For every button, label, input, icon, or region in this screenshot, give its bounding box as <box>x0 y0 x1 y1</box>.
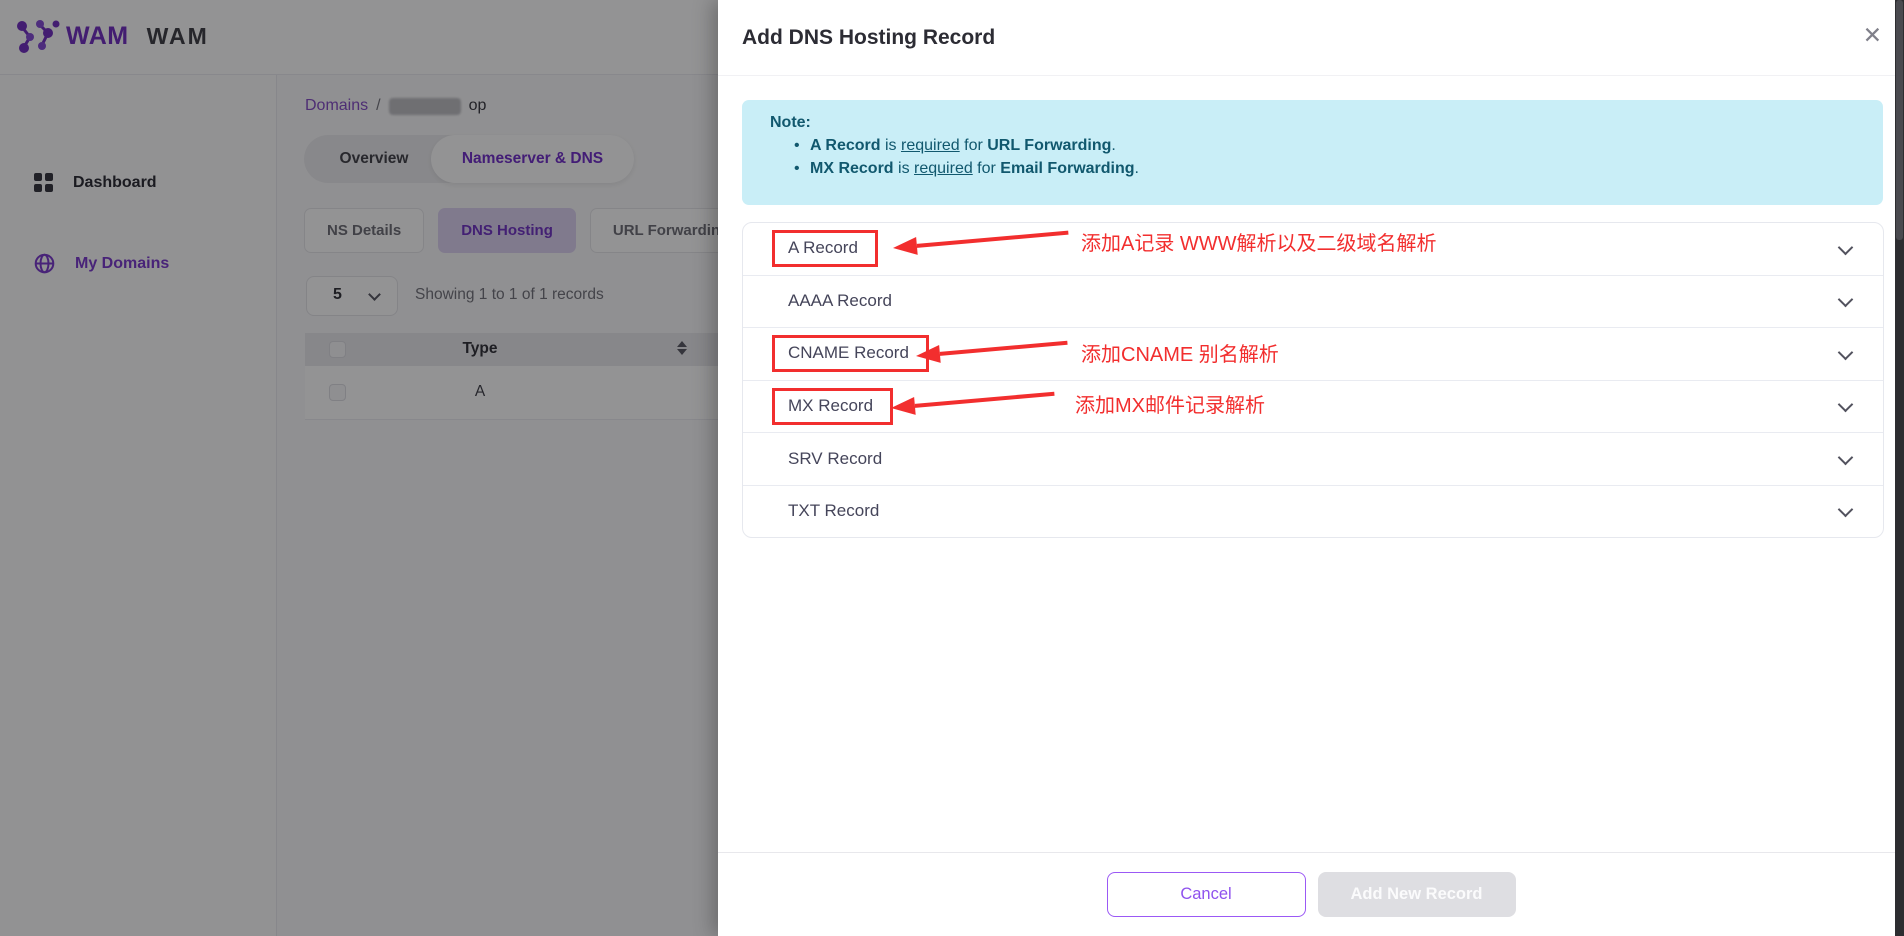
chevron-down-icon <box>1838 449 1854 465</box>
modal-title: Add DNS Hosting Record <box>742 0 995 76</box>
chevron-down-icon <box>1838 292 1854 308</box>
annotation-arrow <box>915 334 1068 365</box>
cancel-button[interactable]: Cancel <box>1107 872 1306 917</box>
accordion-item-a-record[interactable]: A Record 添加A记录 WWW解析以及二级域名解析 <box>743 223 1883 275</box>
accordion-item-srv-record[interactable]: SRV Record <box>743 432 1883 485</box>
annotation-text: 添加CNAME 别名解析 <box>1081 338 1279 367</box>
record-type-accordion: A Record 添加A记录 WWW解析以及二级域名解析 AAAA Record… <box>742 222 1884 538</box>
annotation-arrow <box>890 384 1055 416</box>
annotation-text: 添加MX邮件记录解析 <box>1075 389 1265 418</box>
accordion-item-aaaa-record[interactable]: AAAA Record <box>743 275 1883 328</box>
accordion-label: MX Record <box>772 388 893 425</box>
accordion-label: A Record <box>772 230 878 267</box>
accordion-label: CNAME Record <box>772 335 929 372</box>
accordion-item-mx-record[interactable]: MX Record 添加MX邮件记录解析 <box>743 380 1883 433</box>
chevron-down-icon <box>1838 397 1854 413</box>
annotation-arrow <box>892 224 1069 257</box>
chevron-down-icon <box>1838 502 1854 518</box>
note-box: Note: A Record is required for URL Forwa… <box>742 100 1883 205</box>
chevron-down-icon <box>1838 239 1854 255</box>
accordion-label: TXT Record <box>788 501 879 521</box>
scrollbar-thumb[interactable] <box>1896 0 1903 240</box>
close-icon[interactable]: ✕ <box>1863 24 1882 47</box>
screen: WAM WAM Dashboard My Domains ‹ Domains <box>0 0 1904 936</box>
modal-footer: Cancel Add New Record <box>718 852 1904 936</box>
chevron-down-icon <box>1838 344 1854 360</box>
add-dns-hosting-record-modal: Add DNS Hosting Record ✕ Note: A Record … <box>718 0 1904 936</box>
note-bullet: A Record is required for URL Forwarding. <box>770 137 1883 155</box>
note-label: Note: <box>770 114 1883 132</box>
accordion-label: SRV Record <box>788 449 882 469</box>
scrollbar[interactable] <box>1895 0 1904 936</box>
modal-header: Add DNS Hosting Record ✕ <box>718 0 1904 76</box>
annotation-text: 添加A记录 WWW解析以及二级域名解析 <box>1081 227 1437 256</box>
add-new-record-button[interactable]: Add New Record <box>1318 872 1516 917</box>
accordion-item-txt-record[interactable]: TXT Record <box>743 485 1883 538</box>
accordion-item-cname-record[interactable]: CNAME Record 添加CNAME 别名解析 <box>743 327 1883 380</box>
accordion-label: AAAA Record <box>788 291 892 311</box>
note-bullet: MX Record is required for Email Forwardi… <box>770 160 1883 178</box>
